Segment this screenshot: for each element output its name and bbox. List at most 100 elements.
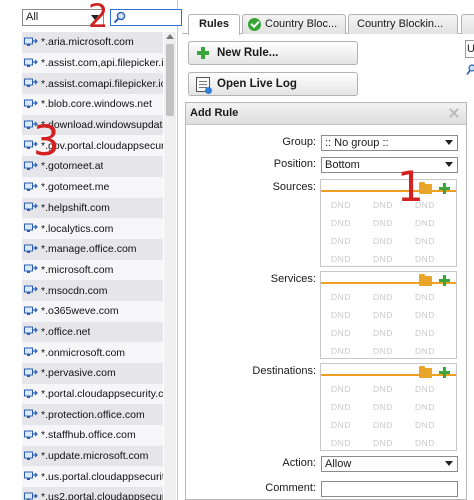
- dnd-placeholder: DND: [415, 218, 435, 228]
- dnd-placeholder: DND: [415, 346, 435, 356]
- scroll-up-arrow-icon[interactable]: [166, 34, 174, 39]
- tab-overflow[interactable]: [461, 14, 474, 34]
- host-name: *.o365weve.com: [41, 305, 119, 318]
- close-icon[interactable]: [448, 107, 460, 119]
- host-name: *.staffhub.office.com: [41, 429, 136, 442]
- tab-country-block[interactable]: Country Bloc...: [242, 14, 346, 34]
- group-select[interactable]: :: No group ::: [321, 135, 458, 151]
- host-name: *.update.microsoft.com: [41, 450, 149, 463]
- host-name: *.helpshift.com: [41, 201, 110, 214]
- network-host-icon: [24, 326, 38, 336]
- services-accent-bar: [321, 282, 456, 284]
- dnd-placeholder: DND: [415, 384, 435, 394]
- destinations-dnd-grid: DND DND DND DND DND DND DND DND DND DND DND DND: [321, 380, 456, 452]
- list-item[interactable]: *.staffhub.office.com: [22, 425, 163, 446]
- filter-select-value: All: [26, 11, 39, 23]
- list-item[interactable]: *.update.microsoft.com: [22, 445, 163, 467]
- list-item[interactable]: *.office.net: [22, 321, 163, 343]
- annotation-number-2: 2: [88, 0, 109, 35]
- dnd-placeholder: DND: [373, 346, 393, 356]
- add-rule-dialog: Add Rule Group: :: No group :: Position:…: [185, 102, 467, 500]
- dnd-placeholder: DND: [415, 254, 435, 264]
- dnd-placeholder: DND: [373, 200, 393, 210]
- group-select-value: :: No group ::: [325, 137, 389, 149]
- host-name: *.office.net: [41, 325, 91, 338]
- list-item[interactable]: *.pervasive.com: [22, 363, 163, 384]
- host-name: *.portal.cloudappsecurity.com: [41, 388, 163, 401]
- annotation-number-1: 1: [397, 162, 424, 211]
- side-field-stub[interactable]: U: [465, 40, 474, 58]
- network-host-icon: [24, 430, 38, 439]
- new-rule-button[interactable]: New Rule...: [188, 41, 358, 65]
- list-item[interactable]: *.helpshift.com: [22, 197, 163, 219]
- network-host-icon: [24, 78, 38, 88]
- tab-country-blocking-label: Country Blockin...: [357, 18, 444, 30]
- destinations-dropzone[interactable]: DND DND DND DND DND DND DND DND DND DND DND DND: [320, 363, 457, 451]
- list-item[interactable]: *.assist.comapi.filepicker.io: [22, 73, 163, 95]
- dnd-placeholder: DND: [415, 420, 435, 430]
- host-name: *.pervasive.com: [41, 367, 116, 380]
- dnd-placeholder: DND: [331, 402, 351, 412]
- host-name: *.gotomeet.me: [41, 181, 110, 194]
- list-item[interactable]: *.us.portal.cloudappsecurity: [22, 466, 163, 488]
- list-item[interactable]: *.blob.core.windows.net: [22, 94, 163, 115]
- search-icon[interactable]: [466, 64, 474, 76]
- network-host-icon: [24, 244, 38, 253]
- add-service-plus-icon[interactable]: [439, 275, 450, 286]
- list-item[interactable]: *.protection.office.com: [22, 404, 163, 426]
- vertical-scrollbar[interactable]: [164, 32, 176, 500]
- host-list-panel: All *.aria.microsoft.com *.assist.com,api…: [0, 0, 182, 500]
- dnd-placeholder: DND: [331, 200, 351, 210]
- dnd-placeholder: DND: [331, 254, 351, 264]
- dnd-placeholder: DND: [415, 438, 435, 448]
- network-host-icon: [24, 492, 38, 500]
- list-item[interactable]: *.portal.cloudappsecurity.com: [22, 383, 163, 405]
- network-host-icon: [24, 409, 38, 419]
- dnd-placeholder: DND: [331, 292, 351, 302]
- list-item[interactable]: *.assist.com,api.filepicker.io: [22, 52, 163, 74]
- dnd-placeholder: DND: [415, 328, 435, 338]
- search-input[interactable]: [110, 9, 182, 26]
- dnd-placeholder: DND: [415, 310, 435, 320]
- list-item[interactable]: *.us2.portal.cloudappsecurity: [22, 487, 163, 500]
- action-select[interactable]: Allow: [321, 456, 458, 472]
- dnd-placeholder: DND: [331, 218, 351, 228]
- list-item[interactable]: *.manage.office.com: [22, 238, 163, 260]
- list-item[interactable]: *.microsoft.com: [22, 259, 163, 281]
- list-item[interactable]: *.localytics.com: [22, 218, 163, 239]
- scroll-thumb[interactable]: [166, 44, 174, 116]
- position-select[interactable]: Bottom: [321, 157, 458, 173]
- dnd-placeholder: DND: [415, 292, 435, 302]
- list-item[interactable]: *.o365weve.com: [22, 300, 163, 322]
- host-name: *.manage.office.com: [41, 243, 137, 256]
- host-name: *.msocdn.com: [41, 284, 108, 297]
- destinations-accent-bar: [321, 374, 456, 376]
- tabs-bar: Rules Country Bloc... Country Blockin...: [182, 8, 474, 35]
- tab-country-blocking[interactable]: Country Blockin...: [348, 14, 458, 34]
- dnd-placeholder: DND: [373, 254, 393, 264]
- comment-input[interactable]: [321, 481, 458, 497]
- folder-icon[interactable]: [419, 366, 432, 378]
- list-item[interactable]: *.onmicrosoft.com: [22, 342, 163, 363]
- list-item[interactable]: *.aria.microsoft.com: [22, 32, 163, 53]
- chevron-down-icon: [445, 140, 453, 145]
- dnd-placeholder: DND: [331, 328, 351, 338]
- services-dropzone[interactable]: DND DND DND DND DND DND DND DND DND DND DND DND: [320, 271, 457, 359]
- sources-dropzone[interactable]: DND DND DND DND DND DND DND DND DND DND DND DND: [320, 179, 457, 267]
- list-item[interactable]: *.msocdn.com: [22, 280, 163, 301]
- add-source-plus-icon[interactable]: [439, 183, 450, 194]
- host-name: *.us.portal.cloudappsecurity: [41, 470, 163, 483]
- folder-icon[interactable]: [419, 274, 432, 286]
- host-name: *.assist.com,api.filepicker.io: [41, 57, 163, 70]
- network-host-icon: [24, 306, 38, 315]
- dnd-placeholder: DND: [373, 420, 393, 430]
- plus-icon: [197, 47, 209, 59]
- add-destination-plus-icon[interactable]: [439, 367, 450, 378]
- dnd-placeholder: DND: [373, 328, 393, 338]
- open-live-log-button[interactable]: Open Live Log: [188, 72, 358, 96]
- rules-panel: Rules Country Bloc... Country Blockin...…: [182, 0, 474, 500]
- list-item[interactable]: *.gotomeet.me: [22, 176, 163, 198]
- annotation-number-3: 3: [33, 116, 60, 165]
- dnd-placeholder: DND: [373, 402, 393, 412]
- tab-rules[interactable]: Rules: [188, 14, 240, 35]
